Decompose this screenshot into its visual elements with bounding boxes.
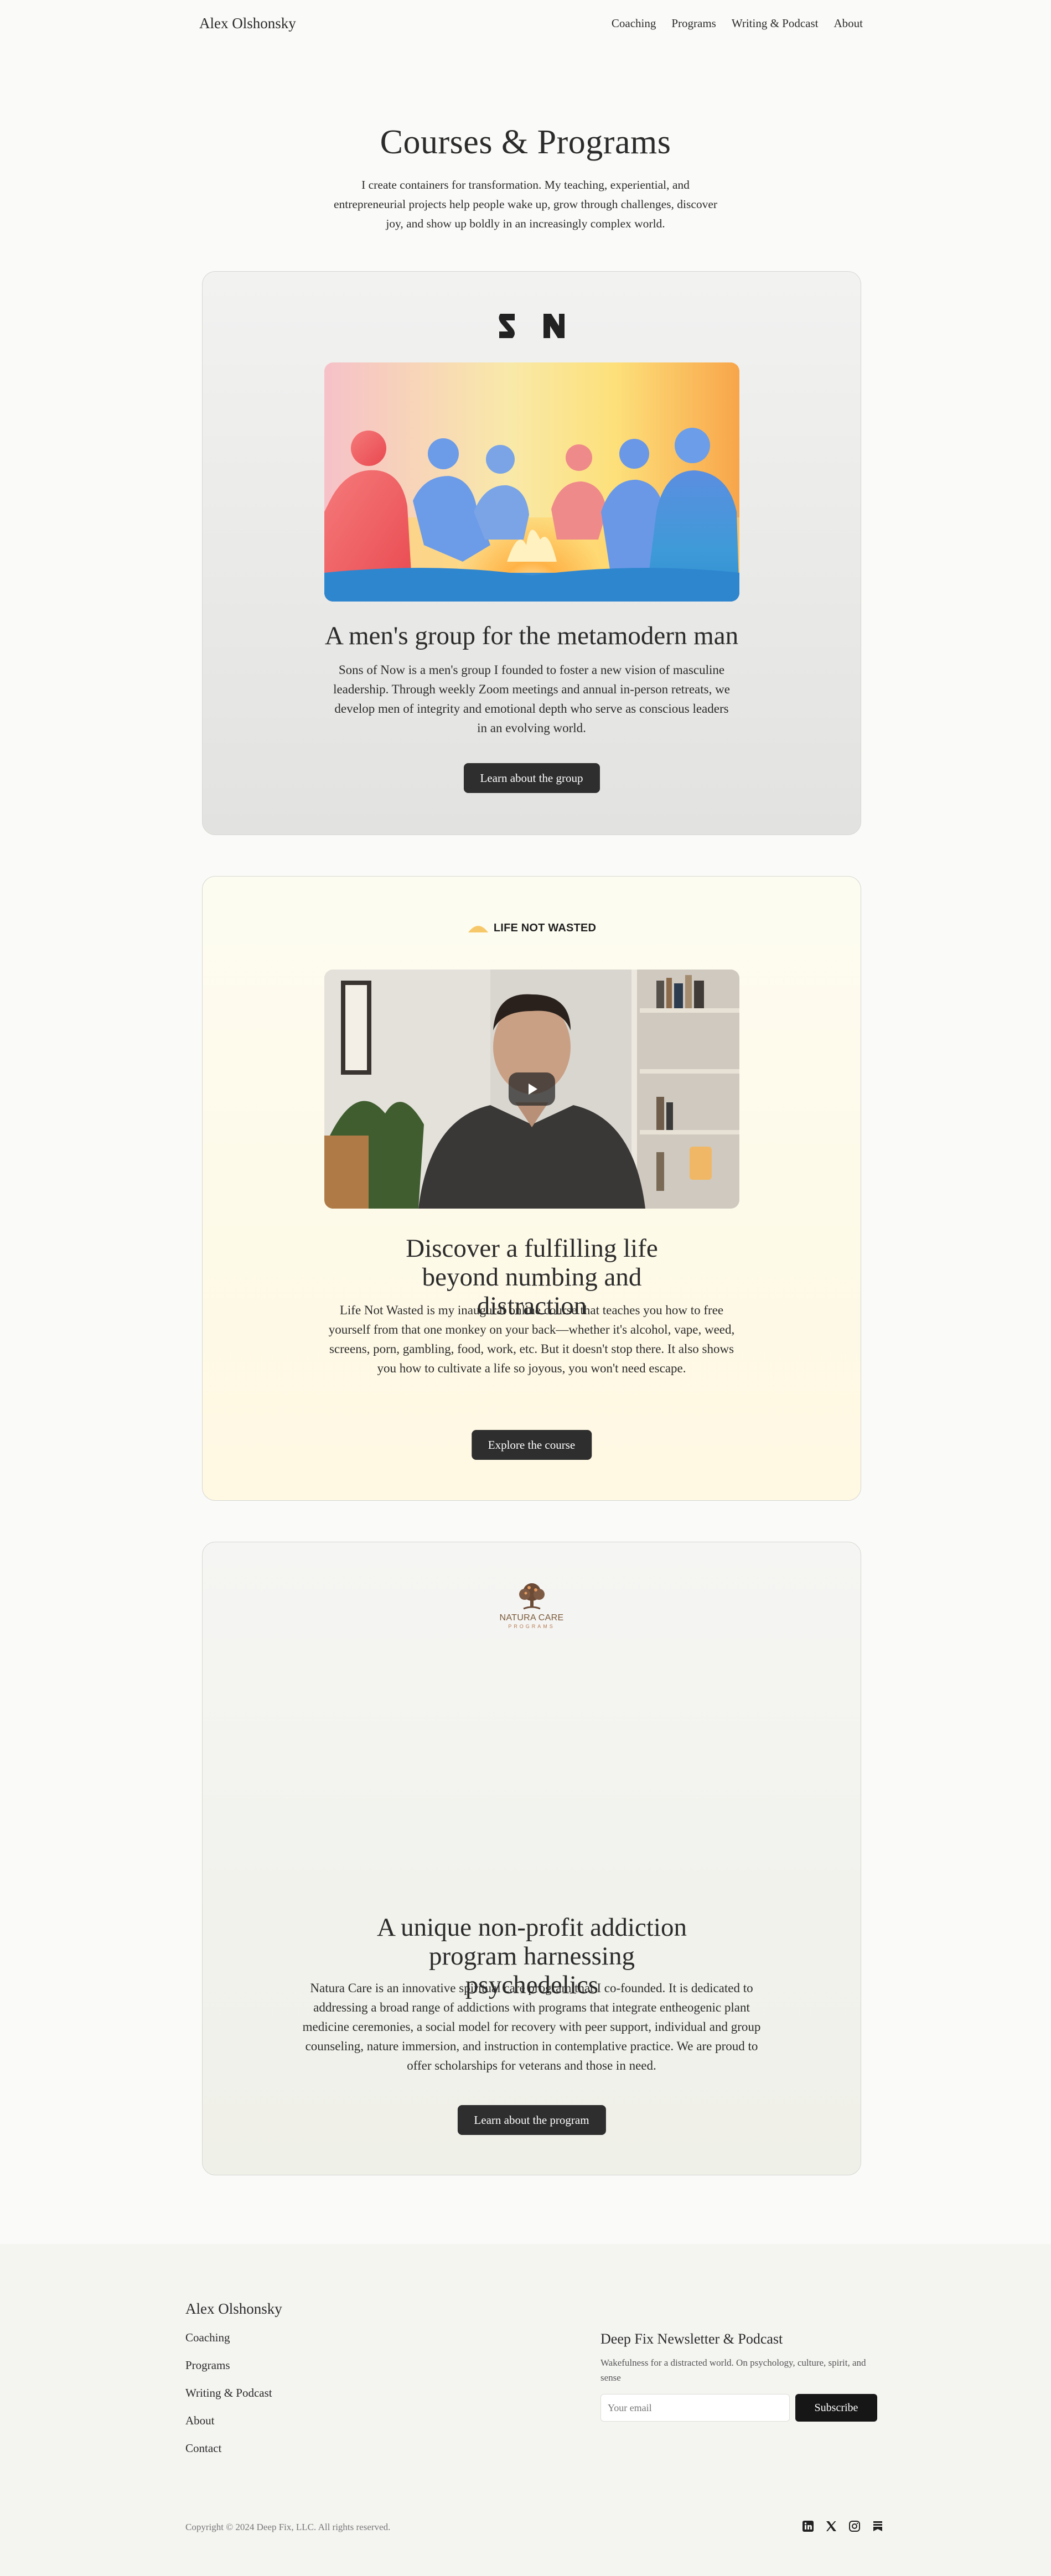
hero-description: I create containers for transformation. …: [333, 178, 718, 230]
sunrise-icon: [468, 926, 488, 932]
social-links: [800, 2518, 886, 2534]
hero-section: Courses & Programs I create containers f…: [0, 123, 1051, 234]
copyright-text: Copyright © 2024 Deep Fix, LLC. All righ…: [185, 2522, 391, 2532]
footer-link-writing-podcast[interactable]: Writing & Podcast: [185, 2386, 272, 2399]
newsletter-description: Wakefulness for a distracted world. On p…: [600, 2357, 866, 2383]
newsletter-form: Subscribe: [600, 2394, 877, 2422]
nav-links: Coaching Programs Writing & Podcast Abou…: [612, 17, 863, 30]
footer-link-about[interactable]: About: [185, 2414, 215, 2427]
footer-links: Coaching Programs Writing & Podcast Abou…: [185, 2331, 272, 2469]
site-footer: Alex Olshonsky Coaching Programs Writing…: [0, 2244, 1051, 2576]
card-description: Natura Care is an innovative spiritual c…: [302, 1981, 761, 2072]
card-description: Sons of Now is a men's group I founded t…: [333, 663, 730, 735]
explore-course-button[interactable]: Explore the course: [471, 1430, 592, 1460]
natura-care-wordmark: NATURA CARE: [499, 1613, 564, 1623]
life-not-wasted-logo: LIFE NOT WASTED: [203, 920, 861, 936]
instagram-icon[interactable]: [847, 2518, 862, 2534]
natura-care-subtitle: PROGRAMS: [508, 1624, 555, 1629]
program-card-natura-care: NATURA CARE PROGRAMS A unique non-profit…: [202, 1542, 861, 2175]
program-card-life-not-wasted: LIFE NOT WASTED Discover a fulfilling li…: [202, 876, 861, 1501]
course-video[interactable]: [324, 970, 739, 1209]
email-field[interactable]: [600, 2394, 790, 2422]
newsletter-title: Deep Fix Newsletter & Podcast: [600, 2331, 783, 2347]
nav-link-about[interactable]: About: [834, 17, 863, 30]
footer-link-coaching[interactable]: Coaching: [185, 2331, 230, 2344]
footer-link-programs[interactable]: Programs: [185, 2359, 230, 2372]
subscribe-button[interactable]: Subscribe: [795, 2394, 877, 2422]
card-title: A men's group for the metamodern man: [324, 621, 739, 650]
life-not-wasted-wordmark: LIFE NOT WASTED: [493, 921, 597, 934]
program-card-sons-of-now: A men's group for the metamodern man Son…: [202, 271, 861, 835]
footer-link-contact[interactable]: Contact: [185, 2442, 221, 2455]
site-brand-link[interactable]: Alex Olshonsky: [199, 15, 296, 32]
page-title: Courses & Programs: [380, 123, 671, 161]
play-button[interactable]: [509, 1072, 555, 1106]
nav-link-writing-podcast[interactable]: Writing & Podcast: [732, 17, 819, 30]
nav-link-programs[interactable]: Programs: [671, 17, 716, 30]
linkedin-icon[interactable]: [800, 2518, 816, 2534]
card-description: Life Not Wasted is my inaugural online c…: [328, 1303, 735, 1375]
sons-of-now-logo: [203, 312, 861, 340]
tree-icon: [519, 1583, 545, 1610]
newsletter-signup: Deep Fix Newsletter & Podcast Wakefulnes…: [600, 2331, 877, 2422]
x-icon[interactable]: [824, 2518, 839, 2534]
natura-care-logo: NATURA CARE PROGRAMS: [203, 1581, 861, 1629]
play-icon: [529, 1084, 537, 1095]
top-nav: Alex Olshonsky Coaching Programs Writing…: [199, 12, 863, 34]
learn-about-program-button[interactable]: Learn about the program: [457, 2105, 606, 2135]
learn-about-group-button[interactable]: Learn about the group: [463, 763, 600, 793]
campfire-image: [324, 362, 739, 602]
nav-link-coaching[interactable]: Coaching: [612, 17, 656, 30]
footer-brand: Alex Olshonsky: [185, 2300, 282, 2317]
substack-icon[interactable]: [870, 2518, 886, 2534]
